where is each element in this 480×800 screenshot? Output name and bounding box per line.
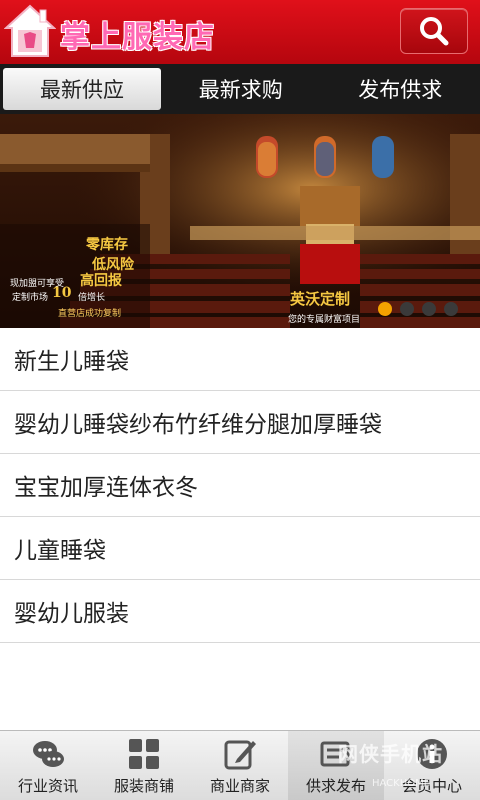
list-item[interactable]: 宝宝加厚连体衣冬 bbox=[0, 454, 480, 517]
nav-clothing-shops[interactable]: 服装商铺 bbox=[96, 731, 192, 800]
promo-banner[interactable]: 零库存 低风险 现加盟可享受 高回报 定制市场 10 倍增长 直营店成功复制 英… bbox=[0, 114, 480, 328]
chat-bubbles-icon bbox=[33, 741, 64, 767]
banner-image bbox=[0, 114, 480, 328]
banner-line-3b: 高回报 bbox=[80, 273, 122, 289]
edit-icon bbox=[224, 740, 256, 770]
carousel-dot-1[interactable] bbox=[378, 302, 392, 316]
banner-line-4a: 定制市场 bbox=[12, 293, 49, 303]
app-header: 掌上服装店 bbox=[0, 0, 480, 64]
banner-brand: 英沃定制 bbox=[290, 290, 351, 308]
tab-bar: 最新供应 最新求购 发布供求 bbox=[0, 64, 480, 114]
tab-publish[interactable]: 发布供求 bbox=[321, 68, 480, 110]
search-icon bbox=[420, 17, 449, 46]
grid-icon bbox=[129, 739, 159, 769]
nav-label: 商业商家 bbox=[209, 777, 270, 795]
banner-line-1: 零库存 bbox=[86, 237, 128, 253]
tab-latest-demand[interactable]: 最新求购 bbox=[161, 68, 321, 110]
banner-line-5: 直营店成功复制 bbox=[58, 309, 122, 319]
nav-member-center[interactable]: 会员中心 bbox=[384, 731, 480, 800]
list-item[interactable]: 儿童睡袋 bbox=[0, 517, 480, 580]
tab-latest-supply[interactable]: 最新供应 bbox=[3, 68, 161, 110]
nav-industry-news[interactable]: 行业资讯 bbox=[0, 731, 96, 800]
nav-publish-supply[interactable]: 供求发布 bbox=[288, 731, 384, 800]
info-icon bbox=[417, 739, 447, 769]
carousel-dot-4[interactable] bbox=[444, 302, 458, 316]
app-title: 掌上服装店 bbox=[60, 20, 215, 55]
carousel-dot-3[interactable] bbox=[422, 302, 436, 316]
banner-slogan: 您的专属财富项目 bbox=[288, 315, 361, 325]
bottom-nav: 行业资讯 服装商铺 商业商家 供求发布 会员中心 bbox=[0, 730, 480, 800]
nav-label: 行业资讯 bbox=[17, 777, 78, 795]
house-logo-icon bbox=[4, 4, 56, 57]
list-item[interactable]: 婴幼儿睡袋纱布竹纤维分腿加厚睡袋 bbox=[0, 391, 480, 454]
banner-line-4c: 倍增长 bbox=[78, 293, 106, 303]
nav-label: 供求发布 bbox=[305, 777, 366, 795]
product-list: 新生儿睡袋 婴幼儿睡袋纱布竹纤维分腿加厚睡袋 宝宝加厚连体衣冬 儿童睡袋 婴幼儿… bbox=[0, 328, 480, 643]
nav-label: 服装商铺 bbox=[113, 777, 174, 795]
banner-line-4b: 10 bbox=[52, 285, 72, 301]
publish-icon bbox=[320, 741, 350, 767]
carousel-dot-2[interactable] bbox=[400, 302, 414, 316]
nav-label: 会员中心 bbox=[401, 777, 462, 795]
list-item[interactable]: 婴幼儿服装 bbox=[0, 580, 480, 643]
search-button[interactable] bbox=[400, 8, 468, 54]
list-item[interactable]: 新生儿睡袋 bbox=[0, 328, 480, 391]
nav-business-merchants[interactable]: 商业商家 bbox=[192, 731, 288, 800]
carousel-indicator bbox=[378, 302, 458, 316]
